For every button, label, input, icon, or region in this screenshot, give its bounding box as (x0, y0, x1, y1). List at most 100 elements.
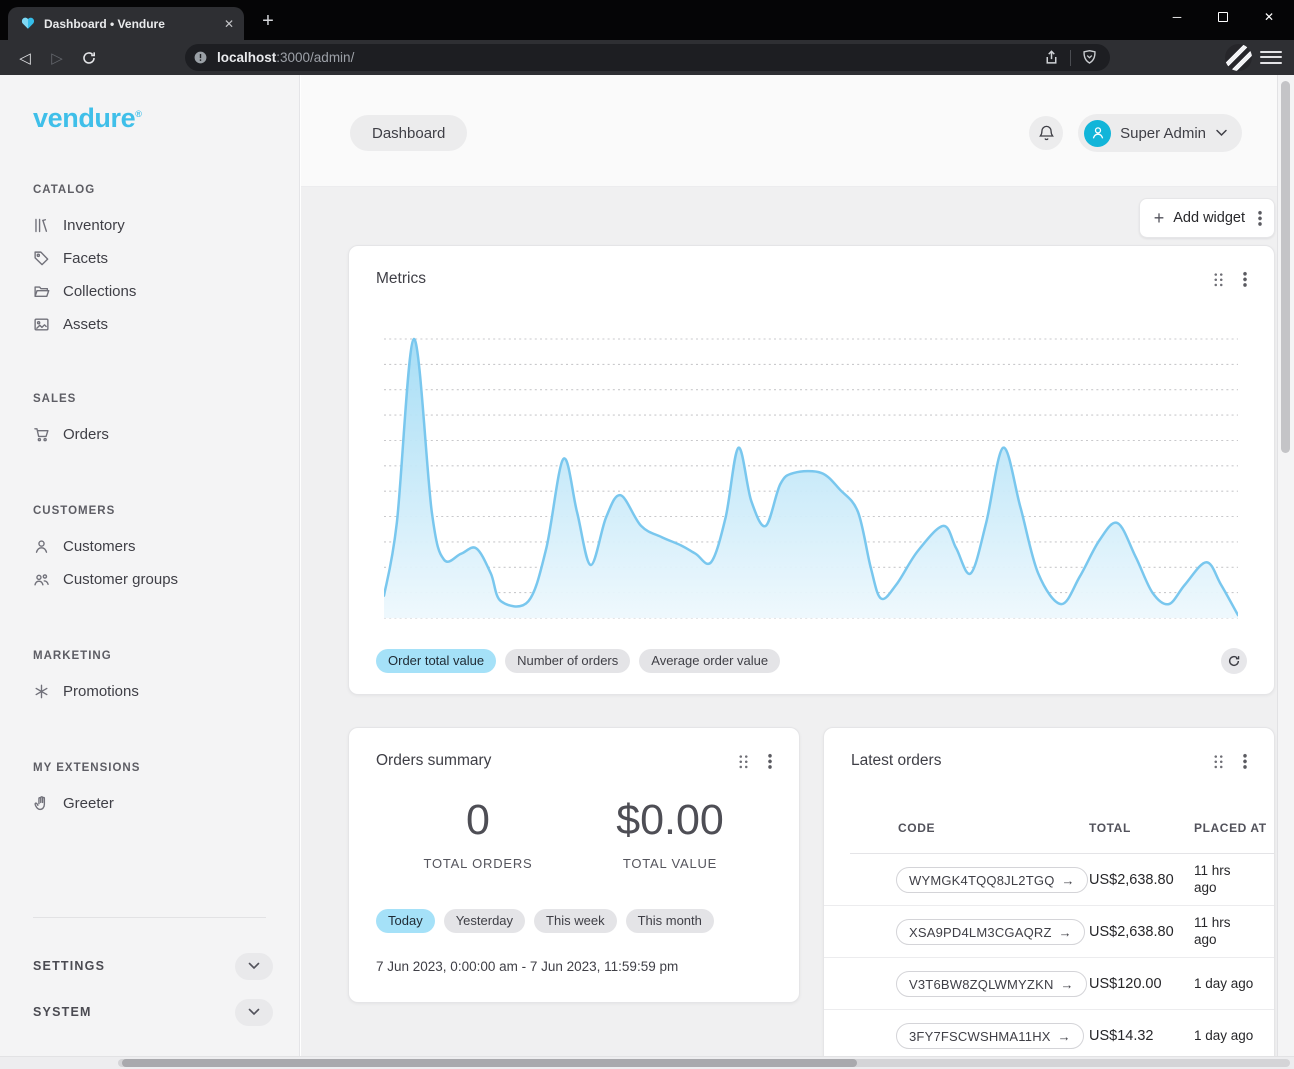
user-menu[interactable]: Super Admin (1078, 114, 1242, 152)
user-name: Super Admin (1120, 125, 1206, 142)
add-widget-kebab-icon[interactable] (1258, 210, 1262, 226)
vendure-logo[interactable]: vendure® (33, 103, 141, 134)
browser-menu-icon[interactable] (1260, 47, 1282, 67)
kebab-menu-icon[interactable] (768, 753, 772, 769)
stat-label: TOTAL ORDERS (413, 856, 543, 871)
share-icon[interactable] (1043, 49, 1060, 66)
sidebar-section-label: MY EXTENSIONS (33, 762, 299, 774)
close-window-button[interactable]: ✕ (1246, 0, 1292, 34)
sidebar-item[interactable]: Facets (0, 242, 299, 275)
sidebar-item[interactable]: Customer groups (0, 563, 299, 596)
sidebar-item-label: Facets (63, 250, 108, 267)
date-range-text: 7 Jun 2023, 0:00:00 am - 7 Jun 2023, 11:… (376, 959, 678, 974)
sidebar-section-label: CUSTOMERS (33, 505, 299, 517)
sidebar-item[interactable]: Inventory (0, 209, 299, 242)
vendure-logo-icon (20, 16, 36, 31)
back-button[interactable]: ◁ (10, 40, 40, 75)
range-chip[interactable]: Yesterday (444, 909, 525, 933)
maximize-icon (1218, 12, 1228, 22)
arrow-right-icon: → (1058, 1029, 1071, 1044)
reload-button[interactable] (74, 40, 104, 75)
sidebar-item-label: Promotions (63, 683, 139, 700)
sidebar-item[interactable]: Promotions (0, 675, 299, 708)
drag-handle-icon[interactable] (1213, 272, 1224, 287)
sidebar-section-label: SALES (33, 393, 299, 405)
bell-icon (1038, 124, 1055, 142)
range-chip[interactable]: Today (376, 909, 435, 933)
maximize-button[interactable] (1200, 0, 1246, 34)
horizontal-scrollbar[interactable] (0, 1056, 1294, 1069)
add-widget-button[interactable]: + Add widget (1139, 198, 1275, 238)
forward-button[interactable]: ▷ (42, 40, 72, 75)
order-code-link[interactable]: XSA9PD4LM3CGAQRZ → (896, 919, 1085, 945)
stat-block: 0 TOTAL ORDERS (413, 796, 543, 871)
sidebar: vendure® CATALOG Inventory (0, 75, 300, 1069)
metrics-widget: Metrics (348, 245, 1275, 695)
horizontal-scrollbar-thumb[interactable] (122, 1059, 857, 1067)
tab-strip: Dashboard • Vendure ✕ + ─ ✕ (0, 0, 1294, 40)
order-total: US$14.32 (1089, 1010, 1154, 1062)
orders-summary-widget: Orders summary 0 TOTAL ORDERS $0.00 TOTA… (348, 727, 800, 1003)
order-code-link[interactable]: WYMGK4TQQ8JL2TGQ → (896, 867, 1088, 893)
brave-shield-icon[interactable] (1081, 49, 1098, 66)
sidebar-item[interactable]: Collections (0, 275, 299, 308)
users-icon (33, 571, 50, 588)
tag-icon (33, 250, 50, 267)
sidebar-item[interactable]: Assets (0, 308, 299, 341)
metrics-chart (384, 333, 1238, 621)
sidebar-item[interactable]: Orders (0, 418, 299, 451)
expand-button[interactable] (235, 953, 273, 980)
dashboard-content: + Add widget Metrics (301, 187, 1294, 1069)
order-total: US$2,638.80 (1089, 906, 1174, 958)
metric-chip[interactable]: Order total value (376, 649, 496, 673)
table-row: V3T6BW8ZQLWMYZKN → US$120.00 1 day ago (824, 958, 1274, 1010)
order-code: V3T6BW8ZQLWMYZKN (909, 977, 1054, 992)
arrow-right-icon: → (1059, 925, 1072, 940)
order-code-link[interactable]: V3T6BW8ZQLWMYZKN → (896, 971, 1087, 997)
widget-title: Latest orders (851, 752, 1213, 770)
order-placed-at: 1 day ago (1194, 1010, 1253, 1062)
tab-close-icon[interactable]: ✕ (224, 17, 234, 31)
kebab-menu-icon[interactable] (1243, 753, 1247, 769)
vertical-scrollbar-thumb[interactable] (1281, 81, 1290, 453)
drag-handle-icon[interactable] (738, 754, 749, 769)
promotions-icon (33, 683, 50, 700)
column-header: CODE (898, 821, 935, 835)
widget-title: Metrics (376, 270, 1213, 288)
window-controls: ─ ✕ (1154, 0, 1292, 34)
range-chip[interactable]: This month (626, 909, 714, 933)
metric-chip[interactable]: Average order value (639, 649, 780, 673)
order-code-link[interactable]: 3FY7FSCWSHMA11HX → (896, 1023, 1084, 1049)
vertical-scrollbar[interactable] (1277, 75, 1294, 1069)
url-text: localhost:3000/admin/ (217, 50, 354, 65)
arrow-right-icon: → (1062, 873, 1075, 888)
drag-handle-icon[interactable] (1213, 754, 1224, 769)
sidebar-footer-row[interactable]: SYSTEM (0, 997, 299, 1027)
table-header: CODE TOTAL PLACED AT (824, 821, 1274, 853)
profile-avatar[interactable] (1225, 44, 1252, 71)
folder-icon (33, 283, 50, 300)
library-icon (33, 217, 50, 234)
sidebar-item-label: Customers (63, 538, 136, 555)
refresh-button[interactable] (1221, 648, 1247, 674)
kebab-menu-icon[interactable] (1243, 271, 1247, 287)
breadcrumb[interactable]: Dashboard (350, 115, 467, 151)
sidebar-footer-row[interactable]: SETTINGS (0, 951, 299, 981)
sidebar-section: CUSTOMERS Customers Customer gro (0, 505, 299, 596)
sidebar-item[interactable]: Customers (0, 530, 299, 563)
minimize-button[interactable]: ─ (1154, 0, 1200, 34)
range-chip[interactable]: This week (534, 909, 617, 933)
metric-chip[interactable]: Number of orders (505, 649, 630, 673)
date-range-selector: Today Yesterday This week This month (376, 909, 714, 933)
image-icon (33, 316, 50, 333)
notifications-button[interactable] (1029, 116, 1063, 150)
expand-button[interactable] (235, 999, 273, 1026)
new-tab-button[interactable]: + (256, 9, 280, 33)
url-host: localhost (217, 50, 276, 65)
browser-tab[interactable]: Dashboard • Vendure ✕ (8, 7, 244, 40)
latest-orders-widget: Latest orders CODE TOTAL PLACED AT (823, 727, 1275, 1069)
sidebar-item[interactable]: Greeter (0, 787, 299, 820)
sidebar-section: MY EXTENSIONS Greeter (0, 762, 299, 820)
plus-icon: + (1154, 208, 1165, 229)
url-bar[interactable]: localhost:3000/admin/ (185, 44, 1110, 71)
